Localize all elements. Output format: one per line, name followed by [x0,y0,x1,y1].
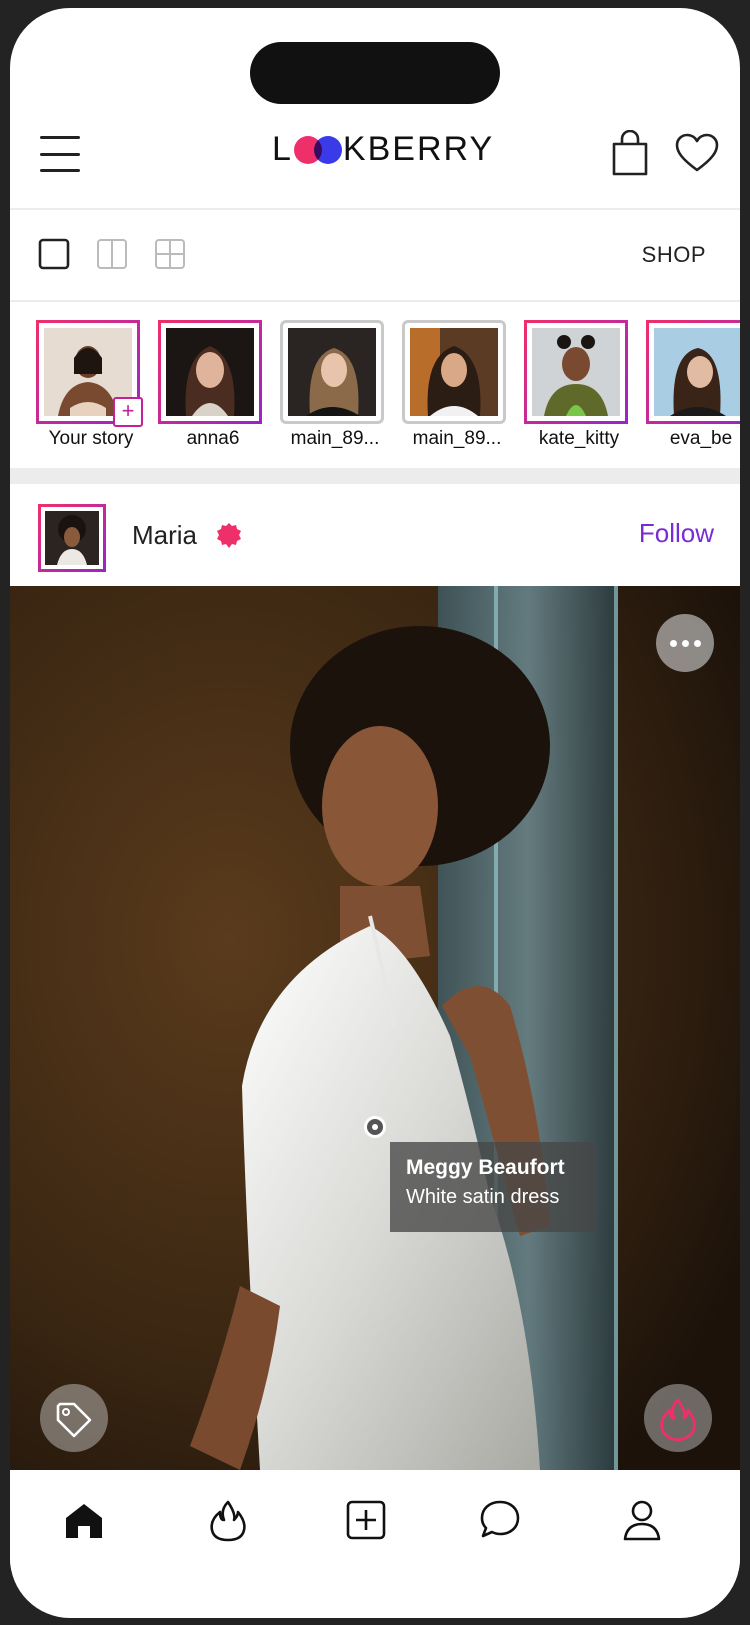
story-ring [280,320,384,424]
add-story-icon[interactable]: + [113,397,143,427]
home-icon[interactable] [62,1498,106,1542]
story-label: anna6 [186,428,240,449]
verified-badge-icon [217,523,241,548]
app-logo: L KBERRY [272,130,494,169]
menu-icon[interactable] [40,136,80,172]
more-options-button[interactable] [656,614,714,672]
post-photo[interactable]: Meggy Beaufort White satin dress [10,586,740,1470]
profile-icon[interactable] [620,1498,664,1542]
chat-icon[interactable] [478,1498,522,1542]
story-eva-be[interactable]: eva_be [646,320,740,449]
create-post-icon[interactable] [344,1498,388,1542]
shop-link[interactable]: SHOP [642,242,706,268]
post-author-name[interactable]: Maria [132,520,197,551]
view-mode-bar: SHOP [10,208,740,302]
story-avatar [166,328,254,416]
post-author-avatar[interactable] [38,504,106,572]
story-label: Your story [48,428,134,449]
story-anna6[interactable]: anna6 [158,320,262,449]
post-header: Maria Follow [10,484,740,586]
story-main-89-b[interactable]: main_89... [402,320,506,449]
logo-letter-l: L [272,130,293,168]
story-avatar [410,328,498,416]
tag-icon[interactable] [40,1384,108,1452]
bottom-nav [10,1470,740,1570]
phone-screen: L KBERRY SHOP + Your story anna6 main_89… [10,8,740,1618]
story-label: eva_be [669,428,733,449]
product-tag-card[interactable]: Meggy Beaufort White satin dress [390,1142,596,1232]
shopping-bag-icon[interactable] [610,130,650,178]
story-ring [402,320,506,424]
two-column-view-icon[interactable] [96,238,128,270]
story-ring [646,320,740,424]
story-your-story[interactable]: + Your story [36,320,143,449]
section-divider [10,468,740,484]
story-label: main_89... [412,428,502,449]
story-avatar [288,328,376,416]
product-tag-marker[interactable] [364,1116,386,1138]
story-ring [524,320,628,424]
logo-letters-kberry: KBERRY [342,130,495,168]
story-ring: + [36,320,143,427]
story-label: kate_kitty [538,428,620,449]
product-brand: Meggy Beaufort [406,1156,565,1179]
story-ring [158,320,262,424]
story-main-89-a[interactable]: main_89... [280,320,384,449]
heart-icon[interactable] [674,132,720,174]
story-label: main_89... [290,428,380,449]
logo-berry-mark [293,135,342,165]
product-item: White satin dress [406,1186,560,1208]
story-avatar [532,328,620,416]
dynamic-island [250,42,500,104]
story-avatar [654,328,740,416]
grid-view-icon[interactable] [154,238,186,270]
fire-reaction-icon[interactable] [644,1384,712,1452]
post-image [10,586,740,1470]
trending-fire-icon[interactable] [206,1498,250,1542]
story-kate-kitty[interactable]: kate_kitty [524,320,628,449]
follow-button[interactable]: Follow [639,518,714,549]
single-column-view-icon[interactable] [38,238,70,270]
top-bar: L KBERRY [10,118,740,210]
avatar-image [45,511,99,565]
stories-row: + Your story anna6 main_89... main_89...… [10,300,740,460]
